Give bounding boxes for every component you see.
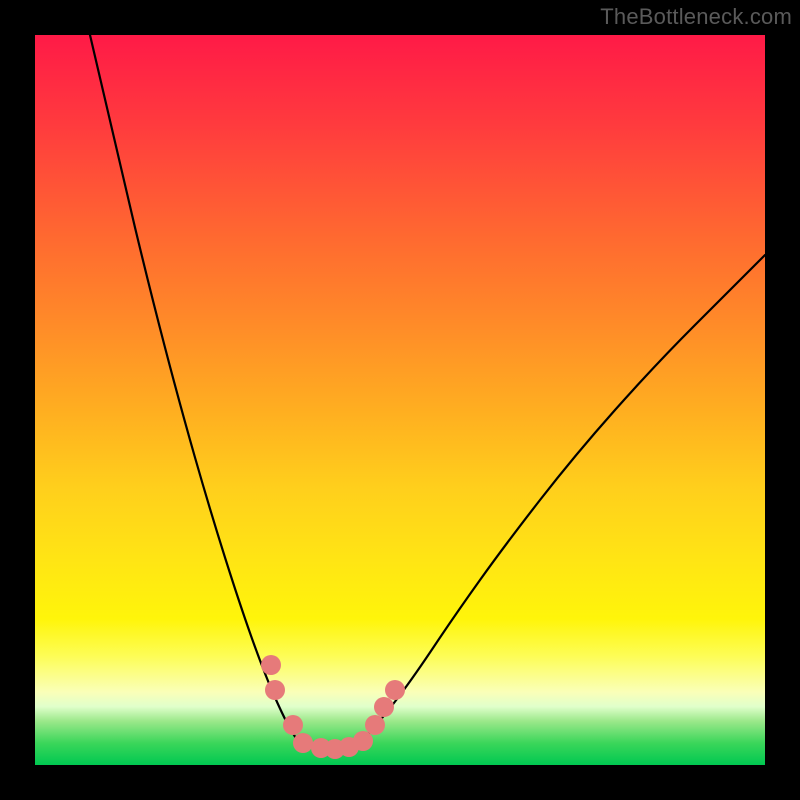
curve-path bbox=[90, 35, 765, 749]
marker-point bbox=[374, 697, 394, 717]
curve-group bbox=[90, 35, 765, 749]
marker-point bbox=[283, 715, 303, 735]
watermark-text: TheBottleneck.com bbox=[600, 4, 792, 30]
marker-point bbox=[353, 731, 373, 751]
marker-point bbox=[385, 680, 405, 700]
bottleneck-chart bbox=[35, 35, 765, 765]
marker-point bbox=[265, 680, 285, 700]
chart-frame: TheBottleneck.com bbox=[0, 0, 800, 800]
marker-group bbox=[261, 655, 405, 759]
marker-point bbox=[261, 655, 281, 675]
marker-point bbox=[365, 715, 385, 735]
marker-point bbox=[293, 733, 313, 753]
